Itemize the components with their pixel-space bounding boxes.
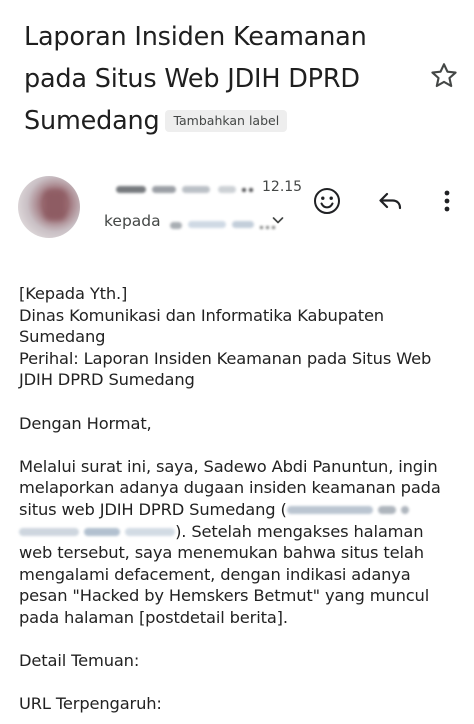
paragraph-1: Melalui surat ini, saya, Sadewo Abdi Pan… (19, 456, 441, 627)
email-subject: Laporan Insiden Keamanan pada Situs Web … (24, 16, 420, 142)
recipient-prefix: kepada (104, 212, 161, 230)
email-body: [Kepada Yth.] Dinas Komunikasi dan Infor… (19, 283, 455, 715)
email-time: 12.15 (262, 179, 303, 195)
detail-heading: Detail Temuan: (19, 651, 140, 671)
greeting: Dengan Hormat, (19, 413, 152, 433)
more-vert-icon[interactable] (431, 185, 463, 217)
chevron-down-icon[interactable] (270, 212, 286, 228)
reply-icon[interactable] (375, 185, 407, 217)
url-label: URL Terpengaruh: (19, 694, 162, 714)
to-header: [Kepada Yth.] (19, 284, 128, 303)
avatar[interactable] (18, 176, 80, 238)
regarding-line: Perihal: Laporan Insiden Keamanan pada S… (19, 348, 432, 390)
redacted-url (286, 506, 373, 515)
to-organization: Dinas Komunikasi dan Informatika Kabupat… (19, 305, 384, 347)
star-icon[interactable] (428, 60, 460, 92)
emoji-reaction-icon[interactable] (311, 185, 343, 217)
add-label-chip[interactable]: Tambahkan label (165, 110, 288, 132)
